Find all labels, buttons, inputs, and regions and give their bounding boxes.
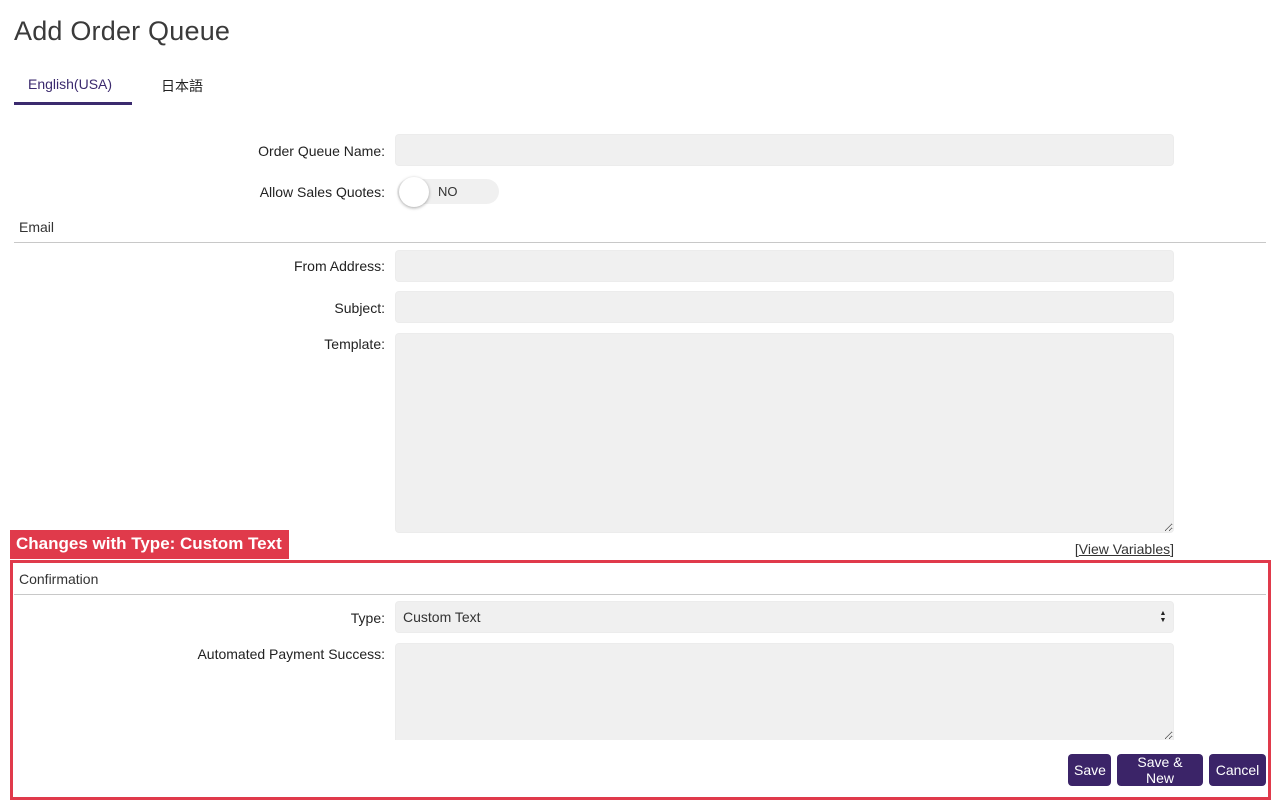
automated-payment-success-label: Automated Payment Success: [197,646,385,662]
confirmation-section-header: Confirmation [14,571,1266,595]
page-title: Add Order Queue [14,16,231,46]
view-variables-close-bracket: ] [1170,541,1174,557]
template-label: Template: [324,336,385,352]
allow-sales-quotes-toggle[interactable]: NO [397,177,499,207]
tab-japanese[interactable]: 日本語 [147,66,217,105]
type-select[interactable]: Custom Text ▲ ▼ [395,601,1174,633]
cancel-button[interactable]: Cancel [1209,754,1266,786]
tab-english-usa[interactable]: English(USA) [14,66,132,105]
view-variables-link[interactable]: View Variables [1079,541,1170,557]
add-order-queue-page: Add Order Queue English(USA) 日本語 Order Q… [0,0,1280,800]
language-tabs: English(USA) 日本語 [14,66,217,105]
order-queue-name-input[interactable] [395,134,1174,166]
subject-label: Subject: [334,300,385,316]
view-variables: [View Variables] [1075,541,1174,557]
email-section-header: Email [14,219,1266,243]
annotation-label: Changes with Type: Custom Text [10,530,289,559]
type-select-value: Custom Text [403,609,481,625]
select-arrows-icon: ▲ ▼ [1159,610,1167,624]
allow-sales-quotes-label: Allow Sales Quotes: [259,184,385,200]
toggle-state-text: NO [438,184,458,199]
save-and-new-button[interactable]: Save & New [1117,754,1203,786]
toggle-knob [399,177,429,207]
from-address-label: From Address: [293,258,385,274]
from-address-input[interactable] [395,250,1174,282]
template-textarea[interactable] [395,333,1174,533]
type-label: Type: [350,610,385,626]
automated-payment-success-textarea[interactable] [395,643,1174,740]
subject-input[interactable] [395,291,1174,323]
save-button[interactable]: Save [1068,754,1111,786]
order-queue-name-label: Order Queue Name: [258,143,385,159]
